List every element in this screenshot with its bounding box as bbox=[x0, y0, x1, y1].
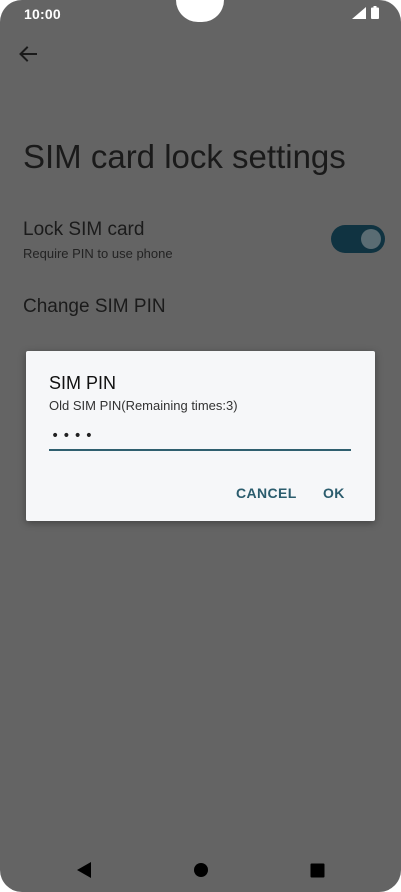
back-triangle-icon bbox=[77, 862, 91, 878]
back-button[interactable] bbox=[14, 40, 42, 68]
sim-pin-input[interactable] bbox=[49, 423, 351, 451]
ok-button[interactable]: OK bbox=[317, 481, 351, 505]
status-time: 10:00 bbox=[24, 6, 61, 22]
home-circle-icon bbox=[194, 863, 208, 877]
page-title: SIM card lock settings bbox=[23, 138, 346, 175]
navigation-bar bbox=[0, 845, 401, 892]
camera-notch bbox=[176, 0, 224, 22]
dialog-message: Old SIM PIN(Remaining times:3) bbox=[49, 398, 238, 413]
nav-recents-button[interactable] bbox=[306, 859, 328, 881]
change-sim-pin-item[interactable]: Change SIM PIN bbox=[23, 296, 166, 318]
dialog-title: SIM PIN bbox=[49, 373, 117, 393]
nav-back-button[interactable] bbox=[73, 859, 95, 881]
sim-pin-dialog: SIM PIN Old SIM PIN(Remaining times:3) C… bbox=[26, 351, 375, 521]
recents-square-icon bbox=[310, 863, 324, 877]
status-bar: 10:00 bbox=[0, 0, 401, 30]
phone-screen: 10:00 SIM card lock settings Lock SIM ca… bbox=[0, 0, 401, 892]
toggle-thumb bbox=[361, 229, 381, 249]
cancel-button[interactable]: CANCEL bbox=[230, 481, 303, 505]
arrow-left-icon bbox=[19, 46, 37, 62]
system-icons bbox=[352, 6, 379, 19]
cell-signal-icon bbox=[352, 6, 366, 19]
nav-home-button[interactable] bbox=[190, 859, 212, 881]
battery-icon bbox=[371, 6, 379, 19]
lock-sim-card-toggle[interactable] bbox=[331, 225, 385, 253]
lock-sim-card-summary: Require PIN to use phone bbox=[23, 246, 173, 261]
lock-sim-card-title[interactable]: Lock SIM card bbox=[23, 219, 144, 241]
